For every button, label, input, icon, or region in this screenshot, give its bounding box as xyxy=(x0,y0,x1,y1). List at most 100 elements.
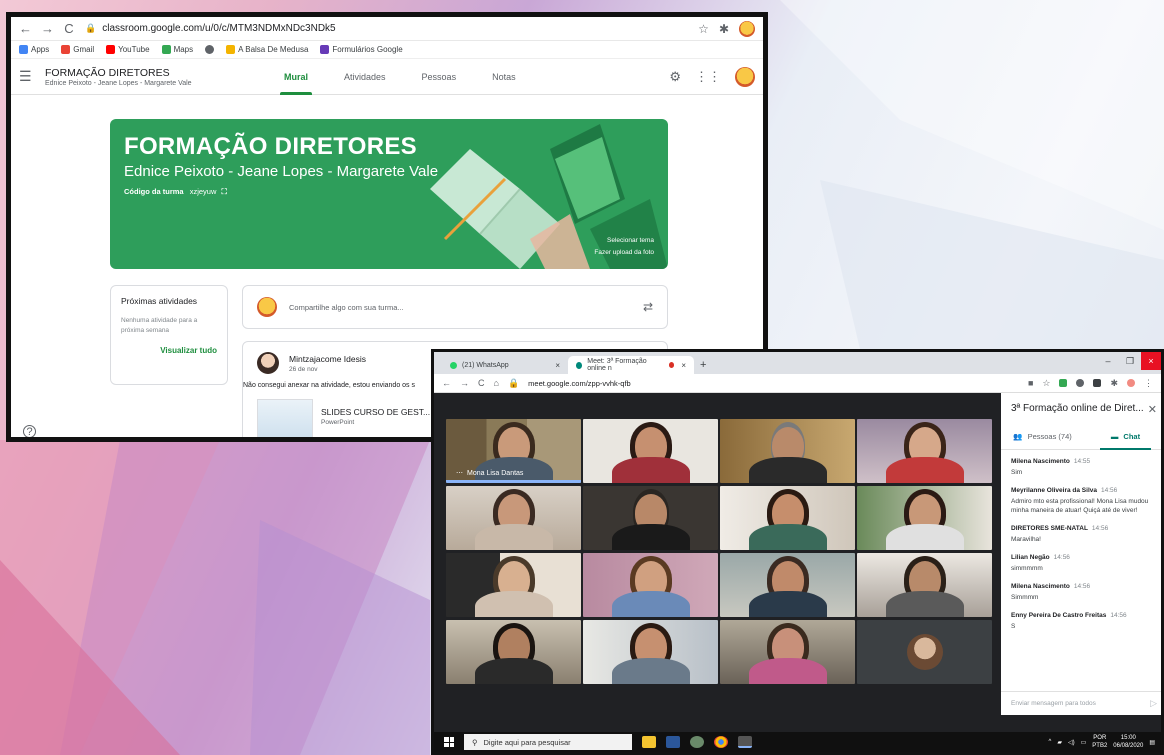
file-explorer-icon[interactable] xyxy=(642,736,656,748)
upload-photo-link[interactable]: Fazer upload da foto xyxy=(594,249,654,256)
apps-grid-icon[interactable]: ⋮⋮ xyxy=(695,69,721,85)
windows-taskbar: ⚲ Digite aqui para pesquisar ^ ▰ ◁) ▭ PO… xyxy=(434,732,1161,752)
star-icon[interactable]: ☆ xyxy=(1042,378,1050,389)
video-tile[interactable] xyxy=(720,553,855,617)
tray-chevron-icon[interactable]: ^ xyxy=(1049,739,1052,745)
video-tile[interactable] xyxy=(583,553,718,617)
tab-mural[interactable]: Mural xyxy=(279,59,313,95)
tab-atividades[interactable]: Atividades xyxy=(344,59,386,95)
profile-avatar[interactable] xyxy=(1127,379,1135,387)
video-tile[interactable] xyxy=(857,553,992,617)
word-icon[interactable] xyxy=(666,736,680,748)
tab-people[interactable]: 👥 Pessoas (74) xyxy=(1001,424,1084,449)
taskbar-search[interactable]: ⚲ Digite aqui para pesquisar xyxy=(464,734,632,750)
video-tile[interactable] xyxy=(857,419,992,483)
clock[interactable]: 15:00 06/08/2020 xyxy=(1113,734,1143,750)
bookmark-forms[interactable]: Formulários Google xyxy=(320,45,403,54)
forward-icon[interactable]: → xyxy=(41,21,54,36)
upcoming-empty: Nenhuma atividade para a próxima semana xyxy=(121,317,198,334)
extension-icon[interactable] xyxy=(1076,379,1085,387)
video-tile[interactable] xyxy=(720,486,855,550)
share-box[interactable]: Compartilhe algo com sua turma... ⇄ xyxy=(242,285,668,329)
address-bar[interactable]: 🔒 classroom.google.com/u/0/c/MTM3NDMxNDc… xyxy=(85,23,336,34)
video-tile[interactable] xyxy=(857,620,992,684)
volume-icon[interactable]: ◁) xyxy=(1068,739,1075,746)
tab-pessoas[interactable]: Pessoas xyxy=(422,59,457,95)
class-banner: FORMAÇÃO DIRETORES Ednice Peixoto - Jean… xyxy=(110,119,668,269)
restore-icon[interactable]: ❐ xyxy=(1119,356,1141,367)
profile-avatar[interactable] xyxy=(739,20,755,37)
star-icon[interactable]: ☆ xyxy=(698,22,709,36)
minimize-icon[interactable]: – xyxy=(1097,356,1119,366)
video-tile[interactable] xyxy=(446,553,581,617)
video-tile[interactable] xyxy=(583,419,718,483)
video-tile[interactable] xyxy=(583,620,718,684)
view-all-link[interactable]: Visualizar tudo xyxy=(121,346,217,355)
forward-icon[interactable]: → xyxy=(460,378,469,388)
video-tile[interactable] xyxy=(583,486,718,550)
tab-notas[interactable]: Notas xyxy=(492,59,516,95)
more-vert-icon[interactable]: ⋮ xyxy=(1144,378,1153,389)
bookmark-apps[interactable]: Apps xyxy=(19,45,49,54)
camera-icon[interactable]: ■ xyxy=(1028,378,1033,388)
new-tab-icon[interactable]: + xyxy=(700,359,706,371)
reload-icon[interactable]: C xyxy=(63,21,75,36)
menu-icon[interactable]: ☰ xyxy=(19,68,39,85)
extensions-icon[interactable]: ✱ xyxy=(719,22,729,36)
author-avatar xyxy=(257,352,279,374)
back-icon[interactable]: ← xyxy=(442,378,451,388)
settings-gear-icon[interactable]: ⚙ xyxy=(669,69,681,85)
app-icon[interactable] xyxy=(690,736,704,748)
meet-url[interactable]: meet.google.com/zpp-vvhk-qfb xyxy=(528,379,631,388)
send-icon[interactable]: ▷ xyxy=(1150,698,1157,709)
close-tab-icon[interactable]: × xyxy=(555,361,560,370)
class-title[interactable]: FORMAÇÃO DIRETORES xyxy=(45,67,192,79)
account-avatar[interactable] xyxy=(735,66,755,87)
help-icon[interactable]: ? xyxy=(23,425,36,437)
window-close-icon[interactable]: × xyxy=(1141,352,1161,370)
windows-start-icon[interactable] xyxy=(444,737,454,747)
tab-chat[interactable]: ▬ Chat xyxy=(1084,424,1161,450)
chat-message: Enny Pereira De Castro Freitas 14:56 S xyxy=(1011,612,1127,630)
extensions-puzzle-icon[interactable]: ✱ xyxy=(1110,378,1118,389)
bookmark-globe[interactable] xyxy=(205,45,215,54)
tab-meet[interactable]: Meet: 3ª Formação online n × xyxy=(568,356,694,374)
share-placeholder[interactable]: Compartilhe algo com sua turma... xyxy=(289,303,631,312)
video-tile[interactable] xyxy=(720,620,855,684)
chrome-icon[interactable] xyxy=(714,736,728,748)
bookmark-gmail[interactable]: Gmail xyxy=(61,45,94,54)
network-icon[interactable]: ▰ xyxy=(1057,739,1062,746)
chat-panel: 3ª Formação online de Diret... ✕ 👥 Pessoa… xyxy=(1001,393,1161,715)
close-tab-icon[interactable]: × xyxy=(681,361,686,370)
language-indicator[interactable]: POR PTB2 xyxy=(1092,734,1107,750)
select-theme-link[interactable]: Selecionar tema xyxy=(607,237,654,244)
whatsapp-icon xyxy=(450,361,457,369)
video-tile[interactable] xyxy=(857,486,992,550)
forms-icon xyxy=(320,45,330,54)
chrome-active-icon[interactable] xyxy=(738,736,752,748)
fullscreen-icon[interactable]: ⛶ xyxy=(221,187,226,196)
video-tile[interactable] xyxy=(446,486,581,550)
extension-icon[interactable] xyxy=(1093,379,1102,387)
video-grid: ⋯ Mona Lisa Dantas xyxy=(446,419,994,689)
bookmark-maps[interactable]: Maps xyxy=(161,45,193,54)
more-dots-icon: ⋯ xyxy=(456,470,463,477)
video-tile[interactable]: ⋯ Mona Lisa Dantas xyxy=(446,419,581,483)
notifications-icon[interactable]: ▤ xyxy=(1149,739,1155,746)
repost-icon[interactable]: ⇄ xyxy=(643,300,653,314)
close-panel-icon[interactable]: ✕ xyxy=(1148,403,1157,416)
extension-icon[interactable] xyxy=(1059,379,1068,387)
keyboard-icon[interactable]: ▭ xyxy=(1081,739,1087,746)
home-icon[interactable]: ⌂ xyxy=(494,378,499,388)
chat-icon: ▬ xyxy=(1110,432,1119,441)
tab-whatsapp[interactable]: (21) WhatsApp × xyxy=(442,356,568,374)
back-icon[interactable]: ← xyxy=(19,21,32,36)
attachment-thumbnail xyxy=(257,399,313,437)
bookmark-youtube[interactable]: YouTube xyxy=(106,45,150,54)
reload-icon[interactable]: C xyxy=(478,378,485,388)
chat-input[interactable]: Enviar mensagem para todos ▷ xyxy=(1001,691,1161,715)
video-tile[interactable] xyxy=(720,419,855,483)
bookmark-balsa[interactable]: A Balsa De Medusa xyxy=(226,45,308,54)
banner-subtitle: Ednice Peixoto - Jeane Lopes - Margarete… xyxy=(124,163,439,180)
video-tile[interactable] xyxy=(446,620,581,684)
